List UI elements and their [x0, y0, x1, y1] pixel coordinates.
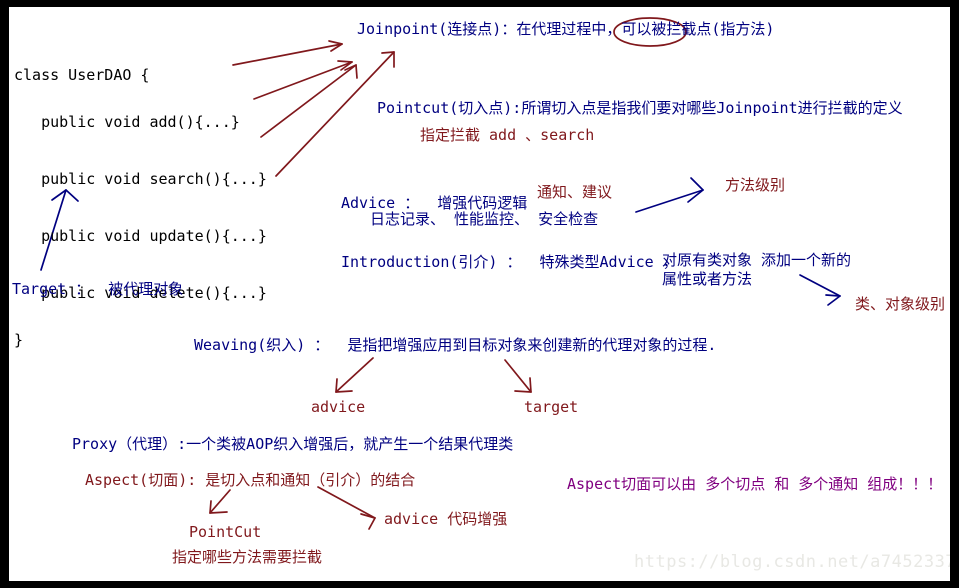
arrowhead-add: [328, 40, 343, 52]
arrow-aspect-to-advice: [317, 486, 376, 519]
aop-concept-diagram: class UserDAO { public void add(){...} p…: [0, 0, 959, 588]
aspect-pointcut-detail: 指定哪些方法需要拦截: [172, 548, 323, 566]
aspect-advice-label: advice 代码增强: [384, 510, 508, 528]
advice-detail: 日志记录、 性能监控、 安全检查: [370, 210, 599, 228]
arrowhead-weaving-advice: [335, 378, 353, 393]
arrow-weaving-to-target: [504, 359, 532, 393]
arrow-update-to-joinpoint: [260, 64, 357, 138]
arrow-advice-to-method-level: [635, 189, 704, 213]
class-object-level-label: 类、对象级别: [855, 295, 946, 313]
arrowhead-weaving-target: [514, 377, 532, 393]
watermark: https://blog.csdn.net/a745233700: [634, 552, 959, 572]
arrowhead-aspect-pointcut: [209, 500, 228, 514]
arrowhead-method-level: [687, 177, 704, 203]
aspect-summary: Aspect切面可以由 多个切点 和 多个通知 组成！！！: [567, 475, 943, 493]
arrowhead-aspect-advice: [360, 513, 376, 530]
advice-note: 通知、建议: [537, 183, 613, 201]
pointcut-annotation: Pointcut(切入点):所谓切入点是指我们要对哪些Joinpoint进行拦截…: [377, 99, 903, 117]
proxy-annotation: Proxy（代理）:一个类被AOP织入增强后，就产生一个结果代理类: [72, 435, 514, 453]
introduction-label: Introduction(引介) ： 特殊类型Advice ，: [341, 253, 678, 271]
method-level-label: 方法级别: [725, 176, 786, 194]
code-line-1: public void add(){...}: [14, 113, 240, 131]
weaving-target-label: target: [524, 398, 579, 416]
arrowhead-search: [337, 60, 353, 71]
code-block: class UserDAO { public void add(){...} p…: [14, 38, 267, 378]
aspect-annotation: Aspect(切面): 是切入点和通知（引介）的结合: [85, 471, 416, 489]
weaving-annotation: Weaving(织入) ： 是指把增强应用到目标对象来创建新的代理对象的过程.: [194, 336, 717, 354]
code-line-3: public void update(){...}: [14, 227, 267, 245]
arrowhead-delete: [381, 51, 395, 68]
code-line-0: class UserDAO {: [14, 66, 150, 84]
joinpoint-annotation: Joinpoint(连接点)：在代理过程中，可以被拦截点(指方法): [357, 20, 775, 38]
aspect-pointcut-label: PointCut: [189, 523, 262, 541]
arrow-search-to-joinpoint: [253, 61, 353, 100]
joinpoint-arrow-group: [232, 17, 687, 177]
arrow-introduction-to-class-level: [799, 274, 841, 297]
introduction-detail-line2: 属性或者方法: [662, 270, 753, 288]
target-annotation: Target ： 被代理对象: [12, 280, 184, 298]
weaving-advice-label: advice: [311, 398, 366, 416]
pointcut-detail: 指定拦截 add 、search: [420, 126, 595, 144]
introduction-detail-line1: 对原有类对象 添加一个新的: [662, 251, 852, 269]
arrow-aspect-to-pointcut: [209, 489, 231, 514]
arrowhead-class-level: [825, 294, 841, 306]
arrowhead-update: [344, 64, 358, 79]
arrow-weaving-to-advice: [335, 357, 374, 393]
code-line-2: public void search(){...}: [14, 170, 267, 188]
